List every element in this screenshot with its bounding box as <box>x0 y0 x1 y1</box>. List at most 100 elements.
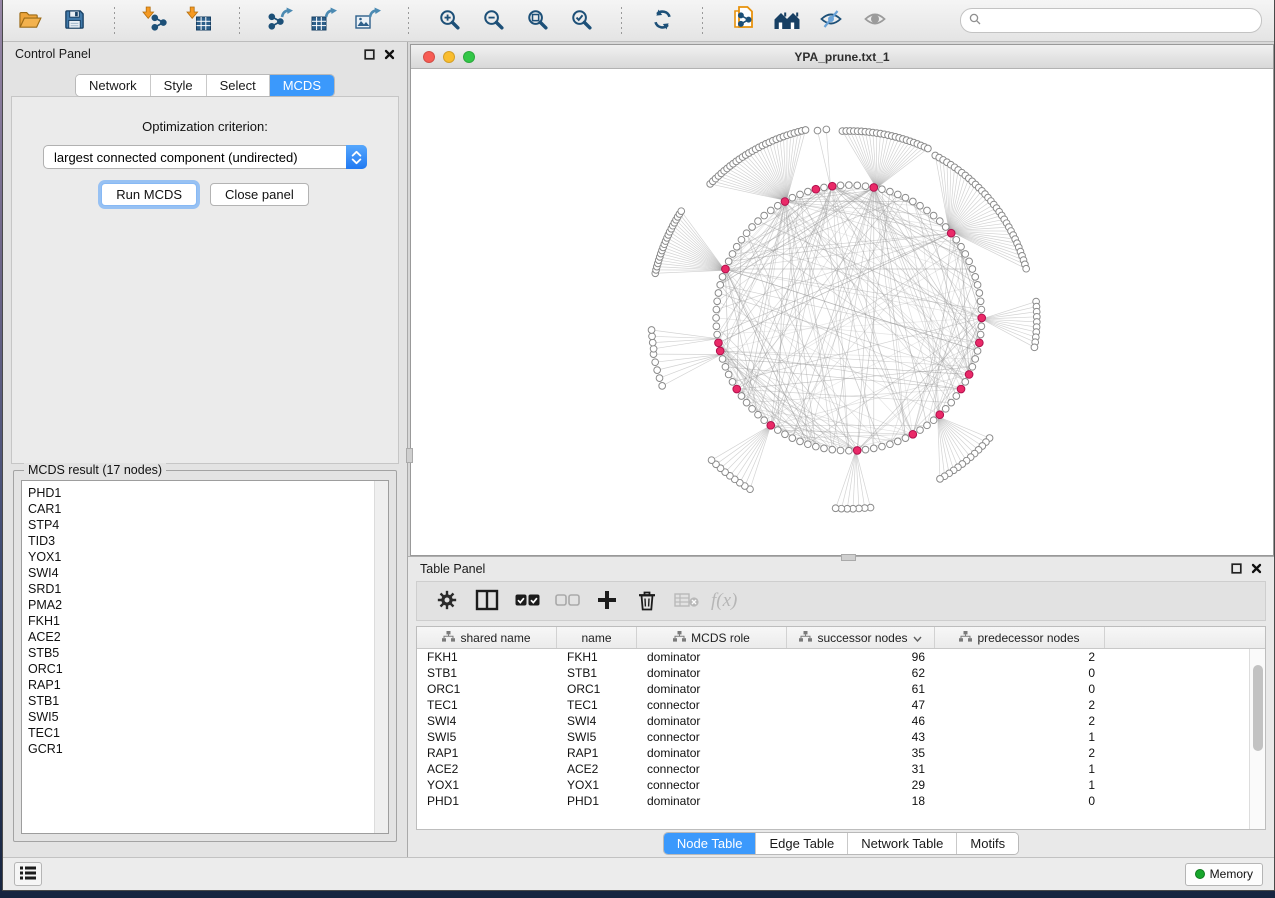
mcds-result-item[interactable]: PMA2 <box>28 597 388 613</box>
close-panel-icon[interactable] <box>384 49 395 60</box>
mcds-node[interactable] <box>733 385 741 393</box>
maximize-window-icon[interactable] <box>463 51 475 63</box>
mcds-result-item[interactable]: SRD1 <box>28 581 388 597</box>
tab-style[interactable]: Style <box>151 75 207 96</box>
mcds-node[interactable] <box>767 421 775 429</box>
table-cell[interactable]: 2 <box>935 698 1105 712</box>
table-cell[interactable]: dominator <box>637 666 787 680</box>
search-input[interactable] <box>986 13 1253 29</box>
table-cell[interactable]: 2 <box>935 746 1105 760</box>
mcds-node[interactable] <box>715 339 723 347</box>
mcds-result-item[interactable]: GCR1 <box>28 741 388 757</box>
mcds-result-item[interactable]: FKH1 <box>28 613 388 629</box>
mcds-node[interactable] <box>781 198 789 206</box>
select-all-columns-button[interactable] <box>507 586 547 616</box>
table-cell[interactable]: FKH1 <box>417 650 557 664</box>
tab-motifs[interactable]: Motifs <box>957 833 1018 854</box>
table-cell[interactable]: 1 <box>935 778 1105 792</box>
table-cell[interactable]: dominator <box>637 682 787 696</box>
table-row[interactable]: SWI5SWI5connector431 <box>417 729 1265 745</box>
table-cell[interactable]: 46 <box>787 714 935 728</box>
mcds-node[interactable] <box>722 265 730 273</box>
delete-column-button[interactable] <box>627 586 667 616</box>
table-cell[interactable]: dominator <box>637 794 787 808</box>
mcds-node[interactable] <box>947 229 955 237</box>
table-cell[interactable]: 0 <box>935 666 1105 680</box>
mcds-result-item[interactable]: STB5 <box>28 645 388 661</box>
add-column-button[interactable] <box>587 586 627 616</box>
network-graph-svg[interactable] <box>411 69 1273 555</box>
table-cell[interactable]: 2 <box>935 650 1105 664</box>
table-cell[interactable]: TEC1 <box>557 698 637 712</box>
mcds-result-item[interactable]: PHD1 <box>28 485 388 501</box>
table-row[interactable]: FKH1FKH1dominator962 <box>417 649 1265 665</box>
column-header-shared-name[interactable]: shared name <box>417 627 557 648</box>
tab-node-table[interactable]: Node Table <box>664 833 757 854</box>
mcds-result-item[interactable]: ACE2 <box>28 629 388 645</box>
mcds-result-item[interactable]: CAR1 <box>28 501 388 517</box>
zoom-out-button[interactable] <box>478 6 508 36</box>
open-session-button[interactable] <box>15 6 45 36</box>
table-cell[interactable]: SWI5 <box>557 730 637 744</box>
optimization-criterion-select[interactable]: largest connected component (undirected) <box>43 145 367 169</box>
export-image-button[interactable] <box>353 6 383 36</box>
deselect-all-columns-button[interactable] <box>547 586 587 616</box>
table-cell[interactable]: 43 <box>787 730 935 744</box>
export-network-button[interactable] <box>265 6 295 36</box>
table-cell[interactable]: 47 <box>787 698 935 712</box>
table-cell[interactable]: 96 <box>787 650 935 664</box>
task-history-button[interactable] <box>14 862 42 886</box>
mcds-node[interactable] <box>828 182 836 190</box>
table-cell[interactable]: 31 <box>787 762 935 776</box>
table-row[interactable]: ACE2ACE2connector311 <box>417 761 1265 777</box>
result-list-scrollbar[interactable] <box>374 481 388 833</box>
table-row[interactable]: STB1STB1dominator620 <box>417 665 1265 681</box>
table-cell[interactable]: 61 <box>787 682 935 696</box>
table-cell[interactable]: ORC1 <box>557 682 637 696</box>
table-cell[interactable]: 35 <box>787 746 935 760</box>
table-mode-gear-button[interactable] <box>427 586 467 616</box>
table-row[interactable]: RAP1RAP1dominator352 <box>417 745 1265 761</box>
column-header-name[interactable]: name <box>557 627 637 648</box>
close-panel-button[interactable]: Close panel <box>210 183 309 206</box>
close-window-icon[interactable] <box>423 51 435 63</box>
table-cell[interactable]: 2 <box>935 714 1105 728</box>
float-panel-icon[interactable] <box>364 49 375 60</box>
mcds-node[interactable] <box>909 430 917 438</box>
table-cell[interactable]: 0 <box>935 794 1105 808</box>
column-header-successor-nodes[interactable]: successor nodes <box>787 627 935 648</box>
table-row[interactable]: PHD1PHD1dominator180 <box>417 793 1265 809</box>
network-canvas[interactable] <box>411 69 1273 555</box>
mcds-result-item[interactable]: YOX1 <box>28 549 388 565</box>
mcds-result-item[interactable]: RAP1 <box>28 677 388 693</box>
zoom-in-button[interactable] <box>434 6 464 36</box>
table-scrollbar[interactable] <box>1249 649 1265 829</box>
tab-edge-table[interactable]: Edge Table <box>756 833 848 854</box>
table-cell[interactable]: ORC1 <box>417 682 557 696</box>
mcds-node[interactable] <box>965 371 973 379</box>
column-header-MCDS-role[interactable]: MCDS role <box>637 627 787 648</box>
horizontal-splitter-handle[interactable] <box>841 554 856 561</box>
vertical-splitter-handle[interactable] <box>406 448 413 463</box>
run-mcds-button[interactable]: Run MCDS <box>101 183 197 206</box>
tab-mcds[interactable]: MCDS <box>270 75 334 96</box>
table-cell[interactable]: SWI4 <box>417 714 557 728</box>
export-table-button[interactable] <box>309 6 339 36</box>
refresh-network-button[interactable] <box>647 6 677 36</box>
table-cell[interactable]: TEC1 <box>417 698 557 712</box>
mcds-result-item[interactable]: SWI5 <box>28 709 388 725</box>
table-cell[interactable]: PHD1 <box>417 794 557 808</box>
table-row[interactable]: TEC1TEC1connector472 <box>417 697 1265 713</box>
houses-button[interactable] <box>772 6 802 36</box>
mcds-node[interactable] <box>978 314 986 322</box>
save-session-button[interactable] <box>59 6 89 36</box>
close-table-panel-icon[interactable] <box>1251 563 1262 574</box>
table-cell[interactable]: SWI5 <box>417 730 557 744</box>
table-cell[interactable]: 1 <box>935 730 1105 744</box>
tab-select[interactable]: Select <box>207 75 270 96</box>
minimize-window-icon[interactable] <box>443 51 455 63</box>
tab-network[interactable]: Network <box>76 75 151 96</box>
table-cell[interactable]: connector <box>637 762 787 776</box>
tab-network-table[interactable]: Network Table <box>848 833 957 854</box>
table-cell[interactable]: YOX1 <box>557 778 637 792</box>
